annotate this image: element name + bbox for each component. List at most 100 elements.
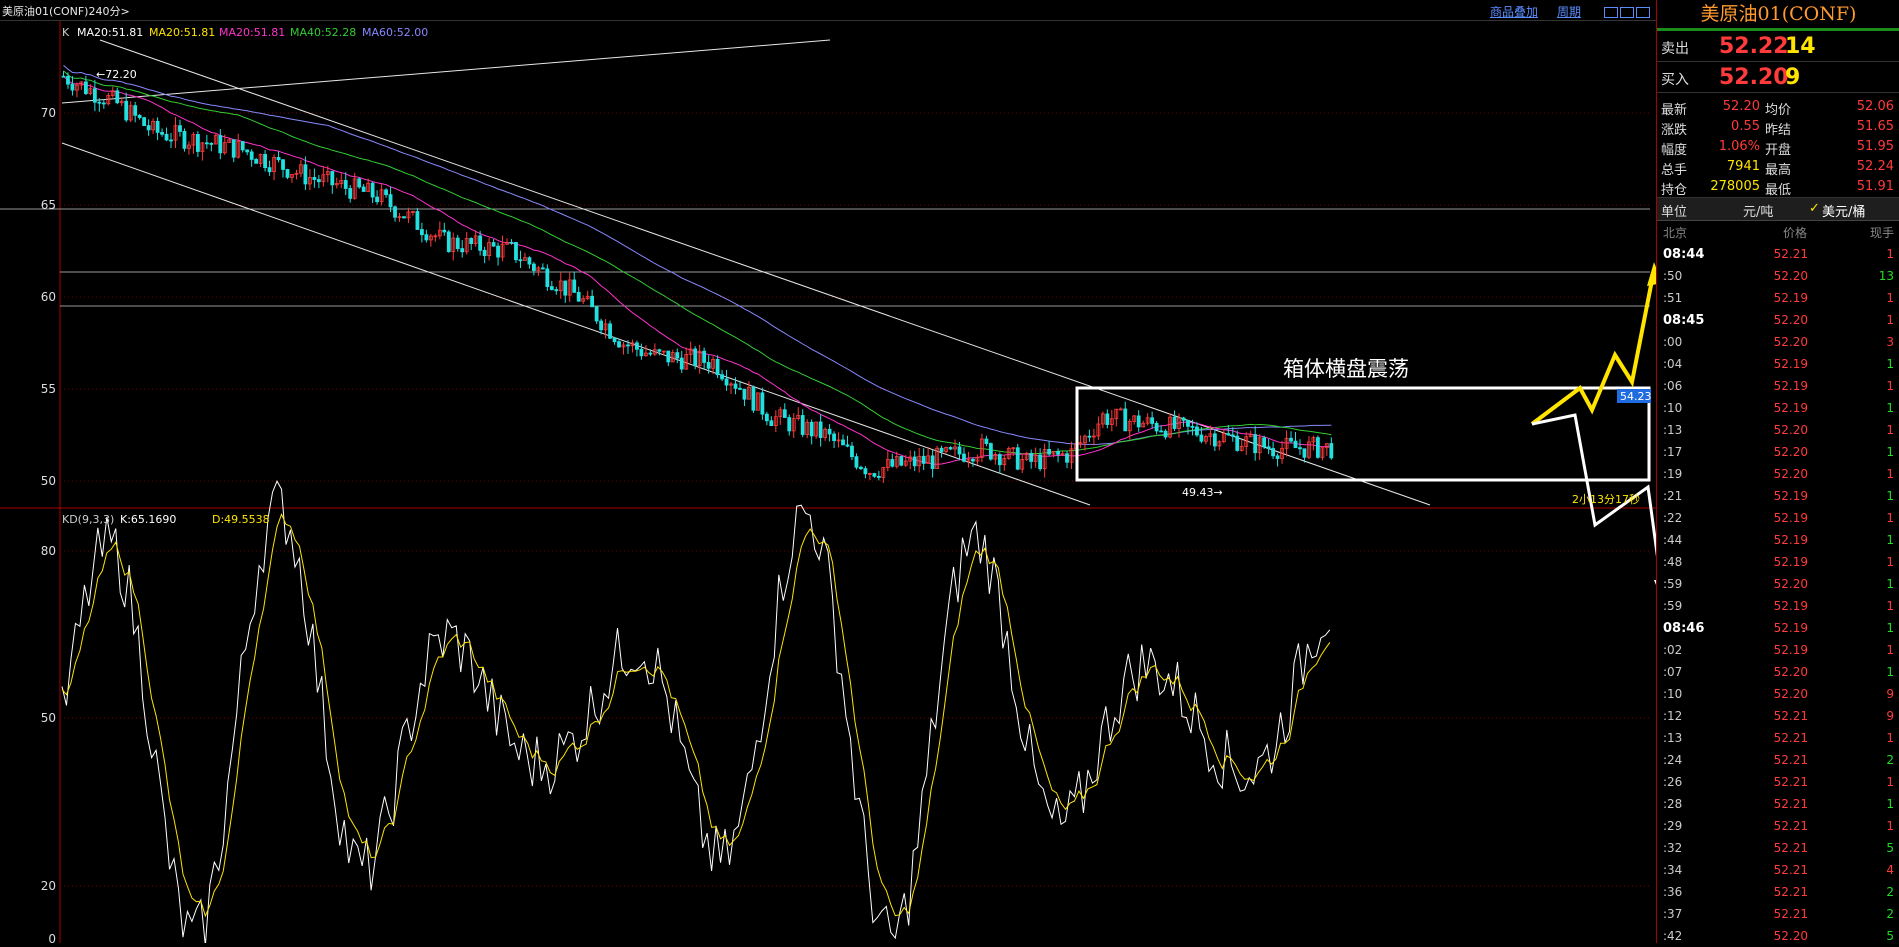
ma40-polyline	[63, 70, 1332, 455]
candle-body	[263, 154, 268, 169]
candle-body	[800, 415, 805, 435]
candle-body	[384, 189, 388, 196]
candle-body	[1329, 443, 1334, 459]
y-tick-label: 70	[41, 106, 56, 120]
tick-time: :32	[1663, 841, 1683, 855]
legend-ma5: MA60:52.00	[362, 26, 428, 39]
close-icon[interactable]	[1636, 7, 1650, 18]
candle-body	[424, 234, 429, 241]
tick-time: :10	[1663, 687, 1683, 701]
candle-body	[482, 249, 487, 257]
candle-body	[1154, 423, 1159, 432]
tick-row: :17 52.20 1	[1657, 441, 1899, 463]
unit-option-yuan[interactable]: 元/吨	[1743, 201, 1773, 220]
tick-row: 08:46 52.19 1	[1657, 617, 1899, 639]
candle-body	[146, 125, 151, 131]
tick-row: :13 52.20 1	[1657, 419, 1899, 441]
kd-d-line	[61, 512, 1331, 918]
overlay-link[interactable]: 商品叠加	[1490, 3, 1538, 20]
tick-time: 08:46	[1663, 621, 1705, 636]
tick-price: 52.20	[1773, 929, 1808, 943]
window-controls	[1604, 3, 1652, 22]
maximize-icon[interactable]	[1620, 7, 1634, 18]
stat-label: 昨结	[1765, 123, 1792, 138]
tick-price: 52.20	[1773, 665, 1808, 679]
candle-body	[61, 75, 66, 78]
tick-price: 52.21	[1773, 775, 1808, 789]
tick-volume: 1	[1886, 247, 1894, 261]
candle-body	[281, 159, 285, 170]
tick-price: 52.19	[1773, 533, 1808, 547]
candle-body	[267, 167, 272, 173]
candle-body	[1302, 448, 1307, 458]
candle-body	[1266, 446, 1271, 449]
candle-body	[204, 142, 209, 145]
candle-body	[455, 237, 460, 249]
ma40-line	[63, 70, 1332, 455]
unit-selector[interactable]: 单位 元/吨 ✓ 美元/桶	[1657, 198, 1899, 221]
candle-body	[1226, 433, 1231, 436]
candle-body	[348, 188, 353, 199]
tick-time: :34	[1663, 863, 1683, 877]
candle-body	[209, 143, 214, 145]
candle-body	[101, 102, 106, 105]
tick-volume: 1	[1886, 467, 1894, 481]
candle-body	[1181, 417, 1186, 421]
candle-body	[97, 101, 102, 104]
ask-price: 52.22	[1719, 34, 1789, 59]
period-link[interactable]: 周期	[1557, 3, 1581, 20]
low-price-label: 49.43→	[1182, 486, 1223, 499]
tick-row: :21 52.19 1	[1657, 485, 1899, 507]
tick-time: :10	[1663, 401, 1683, 415]
candle-body	[1212, 433, 1217, 447]
stat-value: 52.20	[1722, 99, 1760, 114]
candle-body	[160, 132, 164, 135]
tick-price: 52.19	[1773, 489, 1808, 503]
legend-ma4: MA40:52.28	[290, 26, 356, 39]
stat-value: 0.55	[1731, 119, 1760, 134]
tick-volume: 1	[1886, 577, 1894, 591]
tick-price: 52.21	[1773, 841, 1808, 855]
tick-time: :37	[1663, 907, 1683, 921]
candle-body	[178, 125, 182, 132]
y-tick-label: 50	[41, 711, 56, 725]
candle-body	[1195, 426, 1199, 436]
candle-body	[1230, 434, 1235, 437]
candle-body	[446, 231, 451, 252]
candle-body	[809, 421, 814, 437]
ask-volume: 14	[1785, 34, 1816, 59]
candle-body	[827, 428, 832, 435]
bid-price: 52.20	[1719, 65, 1789, 90]
tick-row: :04 52.19 1	[1657, 353, 1899, 375]
tick-volume: 1	[1886, 511, 1894, 525]
candle-body	[388, 194, 393, 208]
tick-time: :04	[1663, 357, 1683, 371]
tick-volume: 5	[1886, 929, 1894, 943]
tick-volume: 1	[1886, 401, 1894, 415]
bid-label: 买入	[1661, 72, 1689, 88]
tick-volume: 1	[1886, 357, 1894, 371]
candle-body	[899, 456, 904, 466]
y-tick-label: 60	[41, 290, 56, 304]
kline-chart-area[interactable]: 70 65 60 55 50 80 50 20 0 K MA20:51.81 M…	[0, 0, 1656, 943]
tick-row: :10 52.19 1	[1657, 397, 1899, 419]
restore-icon[interactable]	[1604, 7, 1618, 18]
candle-body	[939, 447, 944, 452]
candle-body	[540, 267, 545, 270]
unit-label: 单位	[1661, 205, 1688, 220]
candle-body	[169, 139, 173, 142]
tick-price: 52.21	[1773, 731, 1808, 745]
candle-body	[303, 164, 308, 185]
tick-row: :37 52.21 2	[1657, 903, 1899, 925]
candle-body	[137, 114, 142, 119]
candle-body	[594, 306, 599, 322]
candle-body	[491, 242, 496, 247]
unit-option-usd[interactable]: 美元/桶	[1822, 201, 1865, 220]
candle-body	[133, 105, 138, 116]
tick-time: :59	[1663, 599, 1683, 613]
tick-row: :07 52.20 1	[1657, 661, 1899, 683]
candle-body	[1087, 435, 1092, 438]
candle-body	[854, 456, 859, 468]
candle-body	[70, 83, 75, 91]
tick-volume: 5	[1886, 841, 1894, 855]
